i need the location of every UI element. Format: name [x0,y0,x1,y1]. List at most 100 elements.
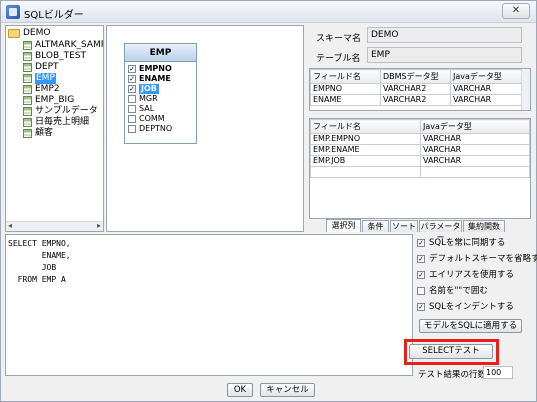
tab-4[interactable]: 集約関数 [463,220,505,232]
field-type-grid[interactable]: フィールド名 DBMSデータ型 Javaデータ型 EMPNO VARCHAR2 VARCH… [309,68,531,111]
table-row[interactable]: EMPNO VARCHAR2 VARCHAR [310,83,530,95]
tab-2[interactable]: ソート [390,220,418,232]
tree-item[interactable]: 日毎売上明細 [6,117,103,128]
grid-cell: VARCHAR [450,83,530,95]
schema-label: スキーマ名 [316,34,362,44]
column-checkbox[interactable] [128,115,136,123]
grid-header-cell[interactable]: Javaデータ型 [420,119,530,134]
select-test-button[interactable]: SELECTテスト [409,344,493,359]
grid-cell: EMP.JOB [310,155,421,167]
tree-item-label: EMP_BIG [35,95,75,105]
grid-header-row: フィールド名 DBMSデータ型 Javaデータ型 [310,69,530,84]
field-grid-scrollbar[interactable] [521,69,530,110]
window-title: SQLビルダー [24,10,84,21]
tree-horizontal-scrollbar[interactable]: ◂ ▸ [6,221,103,231]
option-checkbox[interactable] [417,287,425,295]
grid-header-row: フィールド名 Javaデータ型 [310,119,530,134]
column-label: JOB [139,84,159,94]
tree-item[interactable]: EMP2 [6,84,103,95]
rows-label: テスト結果の行数 [418,370,487,380]
emp-column-empno[interactable]: ✓ EMPNO [125,64,196,74]
tree-item[interactable]: サンプルデータ [6,106,103,117]
diagram-canvas[interactable]: EMP ✓ EMPNO ✓ ENAME ✓ JOB MGR SAL COMM DEPTNO [106,25,304,232]
table-row[interactable]: ENAME VARCHAR2 VARCHAR [310,94,530,106]
column-checkbox[interactable] [128,125,136,133]
table-icon [23,63,32,72]
option-checkbox[interactable]: ✓ [417,239,425,247]
table-row[interactable]: EMP.ENAME VARCHAR [310,144,530,156]
column-checkbox[interactable]: ✓ [128,65,136,73]
tab-3[interactable]: パラメーター [419,220,462,242]
emp-column-mgr[interactable]: MGR [125,94,196,104]
sql-editor[interactable]: SELECT EMPNO, ENAME, JOB FROM EMP A [5,234,413,376]
grid-header-cell[interactable]: DBMSデータ型 [380,69,451,84]
column-label: MGR [139,94,158,103]
column-checkbox[interactable] [128,105,136,113]
column-checkbox[interactable] [128,95,136,103]
column-label: DEPTNO [139,124,173,133]
tab-1[interactable]: 条件 [362,220,389,232]
grid-cell: VARCHAR [450,94,530,106]
table-icon [23,96,32,105]
tree-item[interactable]: EMP_BIG [6,95,103,106]
scroll-left-icon[interactable]: ◂ [8,221,12,230]
emp-column-deptno[interactable]: DEPTNO [125,124,196,134]
grid-header-cell[interactable]: Javaデータ型 [450,69,530,84]
column-checkbox[interactable]: ✓ [128,75,136,83]
column-label: EMPNO [139,64,172,73]
tree-root-demo[interactable]: DEMO [6,28,103,39]
grid-cell: ENAME [310,94,381,106]
table-icon [23,118,32,127]
table-row[interactable]: EMP.JOB VARCHAR [310,155,530,167]
grid-header-cell[interactable]: フィールド名 [310,69,381,84]
option-label: SQLをインデントする [429,302,514,312]
emp-column-sal[interactable]: SAL [125,104,196,114]
cancel-button[interactable]: キャンセル [260,383,315,397]
option-checkbox[interactable]: ✓ [417,271,425,279]
empty-cell [310,166,421,178]
tree-item[interactable]: EMP [6,73,103,84]
emp-column-ename[interactable]: ✓ ENAME [125,74,196,84]
option-label: SQLを常に同期する [429,238,506,248]
schema-field: DEMO [367,27,522,43]
empty-row [310,166,530,178]
emp-table-header[interactable]: EMP [125,44,196,62]
close-button[interactable]: ✕ [502,3,530,19]
column-label: SAL [139,104,155,113]
option-label: 名前を""で囲む [429,286,488,296]
ok-button[interactable]: OK [227,383,253,397]
tree-item-label: EMP [35,73,56,84]
option-label: エイリアスを使用する [429,270,515,280]
grid-cell: VARCHAR2 [380,94,451,106]
option-checkbox[interactable]: ✓ [417,255,425,263]
emp-column-job[interactable]: ✓ JOB [125,84,196,94]
tree-item[interactable]: ALTMARK_SAMPLE [6,40,103,51]
tree-item-label: EMP2 [35,84,60,94]
emp-table-box[interactable]: EMP ✓ EMPNO ✓ ENAME ✓ JOB MGR SAL COMM DEPTNO [124,43,197,144]
table-row[interactable]: EMP.EMPNO VARCHAR [310,133,530,145]
grid-cell: VARCHAR [420,155,530,167]
apply-model-to-sql-button[interactable]: モデルをSQLに適用する [419,319,522,333]
rows-input[interactable]: 100 [483,366,513,379]
selected-fields-grid[interactable]: フィールド名 Javaデータ型 EMP.EMPNO VARCHAR EMP.ENAME V… [309,118,531,219]
tree-item-label: BLOB_TEST [35,51,87,61]
option-checkbox[interactable]: ✓ [417,303,425,311]
grid-cell: EMP.ENAME [310,144,421,156]
scroll-right-icon[interactable]: ▸ [97,221,101,230]
tree-item[interactable]: 顧客 [6,128,103,139]
tree-item[interactable]: DEPT [6,62,103,73]
tab-0[interactable]: 選択列 [326,219,361,232]
table-icon [23,74,32,83]
grid-cell: VARCHAR2 [380,83,451,95]
table-icon [23,85,32,94]
grid-header-cell[interactable]: フィールド名 [310,119,421,134]
tree-item[interactable]: BLOB_TEST [6,51,103,62]
table-icon [23,129,32,138]
emp-column-comm[interactable]: COMM [125,114,196,124]
grid-cell: VARCHAR [420,144,530,156]
option-label: デフォルトスキーマを省略する [429,254,537,264]
folder-icon [8,29,20,38]
tree-item-label: サンプルデータ [35,106,98,116]
tree-item-label: 日毎売上明細 [35,117,90,127]
column-checkbox[interactable]: ✓ [128,85,136,93]
